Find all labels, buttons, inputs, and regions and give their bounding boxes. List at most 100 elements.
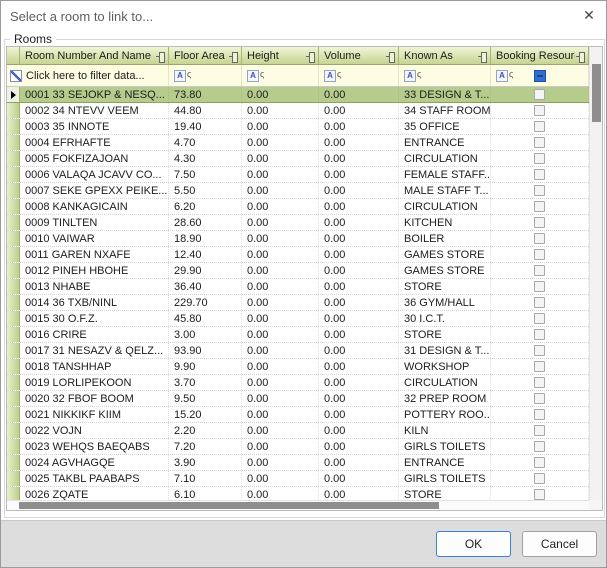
table-row[interactable]: 0004 EFRHAFTE4.700.000.00ENTRANCE [7,135,589,151]
row-selector[interactable] [7,487,20,500]
row-selector[interactable] [7,247,20,262]
table-row[interactable]: 0018 TANSHHAP9.900.000.00WORKSHOP [7,359,589,375]
horizontal-scrollbar-thumb[interactable] [19,502,439,509]
table-row[interactable]: 0023 WEHQS BAEQABS7.200.000.00GIRLS TOIL… [7,439,589,455]
table-row[interactable]: 0007 SEKE GPEXX PEIKE...5.500.000.00MALE… [7,183,589,199]
table-row[interactable]: 0001 33 SEJOKP & NESQ...73.800.000.0033 … [7,87,589,103]
booking-resource-checkbox[interactable] [534,89,545,100]
row-selector[interactable] [7,135,20,150]
booking-resource-checkbox[interactable] [534,329,545,340]
row-selector[interactable] [7,199,20,214]
row-selector[interactable] [7,455,20,470]
booking-resource-checkbox[interactable] [534,473,545,484]
horizontal-scrollbar[interactable] [7,500,589,510]
booking-resource-checkbox[interactable] [534,345,545,356]
table-row[interactable]: 0024 AGVHAGQE3.900.000.00ENTRANCE [7,455,589,471]
booking-resource-checkbox[interactable] [534,185,545,196]
table-row[interactable]: 0013 NHABE36.400.000.00STORE [7,279,589,295]
cancel-button[interactable]: Cancel [522,531,597,557]
row-selector[interactable] [7,423,20,438]
column-sort-icon[interactable] [156,52,165,61]
column-header-4[interactable]: Volume [319,47,399,64]
booking-resource-checkbox[interactable] [534,489,545,500]
column-header-2[interactable]: Floor Area [169,47,242,64]
booking-resource-checkbox[interactable] [534,425,545,436]
table-row[interactable]: 0012 PINEH HBOHE29.900.000.00GAMES STORE [7,263,589,279]
table-row[interactable]: 0015 30 O.F.Z.45.800.000.0030 I.C.T. [7,311,589,327]
table-row[interactable]: 0019 LORLIPEKOON3.700.000.00CIRCULATION [7,375,589,391]
column-sort-icon[interactable] [386,52,395,61]
table-row[interactable]: 0020 32 FBOF BOOM9.500.000.0032 PREP ROO… [7,391,589,407]
table-row[interactable]: 0017 31 NESAZV & QELZ...93.900.000.0031 … [7,343,589,359]
filter-cell-1[interactable]: Click here to filter data... [7,65,169,86]
row-selector[interactable] [7,231,20,246]
booking-filter-checkbox[interactable] [534,70,546,82]
row-selector[interactable] [7,263,20,278]
vertical-scrollbar[interactable] [589,47,602,500]
table-row[interactable]: 0022 VOJN2.200.000.00KILN [7,423,589,439]
booking-resource-checkbox[interactable] [534,297,545,308]
booking-resource-checkbox[interactable] [534,201,545,212]
booking-resource-checkbox[interactable] [534,393,545,404]
row-selector[interactable] [7,375,20,390]
row-selector[interactable] [7,327,20,342]
booking-resource-checkbox[interactable] [534,233,545,244]
booking-resource-checkbox[interactable] [534,137,545,148]
row-selector[interactable] [7,167,20,182]
row-selector[interactable] [7,311,20,326]
filter-cell-4[interactable]: Aς [319,65,399,86]
text-filter-icon[interactable]: A [324,70,336,82]
row-selector[interactable] [7,183,20,198]
column-sort-icon[interactable] [478,52,487,61]
text-filter-icon[interactable]: A [496,70,508,82]
column-sort-icon[interactable] [306,52,315,61]
booking-resource-checkbox[interactable] [534,169,545,180]
booking-resource-checkbox[interactable] [534,105,545,116]
booking-resource-checkbox[interactable] [534,217,545,228]
booking-resource-checkbox[interactable] [534,121,545,132]
table-row[interactable]: 0025 TAKBL PAABAPS7.100.000.00GIRLS TOIL… [7,471,589,487]
row-selector[interactable] [7,103,20,118]
text-filter-icon[interactable]: A [404,70,416,82]
table-row[interactable]: 0011 GAREN NXAFE12.400.000.00GAMES STORE [7,247,589,263]
column-sort-icon[interactable] [576,52,585,61]
table-row[interactable]: 0002 34 NTEVV VEEM44.800.000.0034 STAFF … [7,103,589,119]
table-row[interactable]: 0006 VALAQA JCAVV CO...7.500.000.00FEMAL… [7,167,589,183]
row-selector[interactable] [7,295,20,310]
booking-resource-checkbox[interactable] [534,281,545,292]
table-row[interactable]: 0016 CRIRE3.000.000.00STORE [7,327,589,343]
booking-resource-checkbox[interactable] [534,153,545,164]
filter-cell-3[interactable]: Aς [242,65,319,86]
row-selector[interactable] [7,359,20,374]
table-row[interactable]: 0003 35 INNOTE19.400.000.0035 OFFICE [7,119,589,135]
row-selector[interactable] [7,471,20,486]
booking-resource-checkbox[interactable] [534,313,545,324]
table-row[interactable]: 0010 VAIWAR18.900.000.00BOILER [7,231,589,247]
booking-resource-checkbox[interactable] [534,441,545,452]
filter-edit-icon[interactable] [10,70,22,82]
row-selector[interactable] [7,279,20,294]
row-selector[interactable] [7,391,20,406]
column-header-5[interactable]: Known As [399,47,491,64]
booking-resource-checkbox[interactable] [534,377,545,388]
booking-resource-checkbox[interactable] [534,457,545,468]
vertical-scrollbar-thumb[interactable] [592,64,601,122]
row-selector[interactable] [7,87,20,102]
row-selector[interactable] [7,407,20,422]
table-row[interactable]: 0008 KANKAGICAIN6.200.000.00CIRCULATION [7,199,589,215]
close-icon[interactable]: ✕ [579,6,599,26]
booking-resource-checkbox[interactable] [534,409,545,420]
table-row[interactable]: 0014 36 TXB/NINL229.700.000.0036 GYM/HAL… [7,295,589,311]
column-sort-icon[interactable] [229,52,238,61]
booking-resource-checkbox[interactable] [534,265,545,276]
text-filter-icon[interactable]: A [247,70,259,82]
booking-resource-checkbox[interactable] [534,249,545,260]
row-selector[interactable] [7,439,20,454]
table-row[interactable]: 0021 NIKKIKF KIIM15.200.000.00POTTERY RO… [7,407,589,423]
row-selector[interactable] [7,343,20,358]
text-filter-icon[interactable]: A [174,70,186,82]
column-header-3[interactable]: Height [242,47,319,64]
table-row[interactable]: 0009 TINLTEN28.600.000.00KITCHEN [7,215,589,231]
column-header-1[interactable]: Room Number And Name [20,47,169,64]
filter-cell-2[interactable]: Aς [169,65,242,86]
